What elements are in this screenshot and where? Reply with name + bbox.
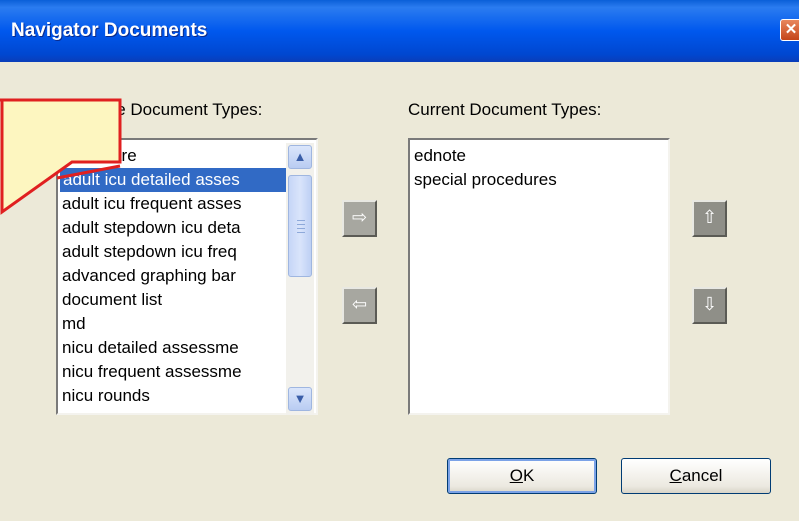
scroll-down-button[interactable]: ▼ <box>288 387 312 411</box>
list-item[interactable]: document list <box>62 288 286 312</box>
list-item[interactable]: nicu detailed assessme <box>62 336 286 360</box>
move-right-button[interactable]: ⇨ <box>342 200 377 237</box>
list-item-selected[interactable]: adult icu detailed asses <box>60 168 286 192</box>
ok-button[interactable]: OK <box>447 458 597 494</box>
list-item[interactable]: adult icu frequent asses <box>62 192 286 216</box>
chevron-down-icon: ▼ <box>293 391 307 406</box>
move-left-button[interactable]: ⇦ <box>342 287 377 324</box>
list-item[interactable]: adult stepdown icu deta <box>62 216 286 240</box>
list-item[interactable]: nicu frequent assessme <box>62 360 286 384</box>
arrow-up-icon: ⇧ <box>701 207 718 227</box>
available-types-list[interactable]: adult care adult icu detailed asses adul… <box>56 138 318 415</box>
move-up-button[interactable]: ⇧ <box>692 200 727 237</box>
list-item[interactable]: adult stepdown icu freq <box>62 240 286 264</box>
grip-line <box>297 224 305 225</box>
available-types-label: Available Document Types: <box>57 100 263 119</box>
close-icon: ✕ <box>784 21 798 38</box>
current-types-label: Current Document Types: <box>408 100 602 119</box>
grip-line <box>297 232 305 233</box>
arrow-right-icon: ⇨ <box>351 207 368 227</box>
current-types-list[interactable]: ednote special procedures <box>408 138 670 415</box>
scroll-up-button[interactable]: ▲ <box>288 145 312 169</box>
close-button[interactable]: ✕ <box>780 19 799 41</box>
list-item[interactable]: advanced graphing bar <box>62 264 286 288</box>
list-item[interactable]: adult care <box>62 144 288 168</box>
list-item[interactable]: md <box>62 312 286 336</box>
dialog-window: Navigator Documents ✕ Available Document… <box>0 0 799 521</box>
list-item[interactable]: nicu rounds <box>62 384 286 408</box>
list-item[interactable]: ednote <box>414 144 664 168</box>
arrow-left-icon: ⇦ <box>351 294 368 314</box>
scroll-thumb[interactable] <box>288 175 312 277</box>
list-item[interactable]: special procedures <box>414 168 664 192</box>
title-bar[interactable]: Navigator Documents ✕ <box>0 0 799 62</box>
window-title: Navigator Documents <box>11 20 208 41</box>
arrow-down-icon: ⇩ <box>701 294 718 314</box>
chevron-up-icon: ▲ <box>293 149 307 164</box>
grip-line <box>297 220 305 221</box>
cancel-button[interactable]: Cancel <box>621 458 771 494</box>
move-down-button[interactable]: ⇩ <box>692 287 727 324</box>
grip-line <box>297 228 305 229</box>
available-list-scrollbar[interactable]: ▲ ▼ <box>286 143 314 415</box>
